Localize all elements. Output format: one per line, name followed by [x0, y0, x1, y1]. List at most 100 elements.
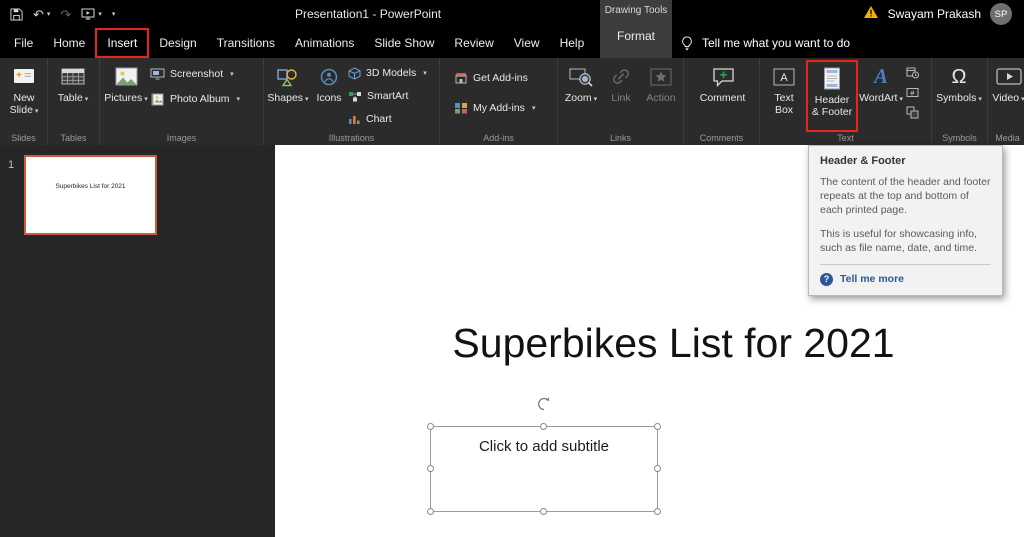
undo-button[interactable]: ↶ ▾: [33, 8, 50, 21]
slide-number-icon: #: [906, 86, 919, 99]
symbols-label: Symbols: [936, 92, 976, 104]
account-area: Swayam Prakash SP: [863, 0, 1012, 28]
save-button[interactable]: [10, 8, 23, 21]
chart-button[interactable]: Chart: [348, 110, 427, 128]
link-icon: [610, 63, 632, 90]
chevron-down-icon: ▾: [237, 95, 241, 103]
rotate-handle[interactable]: [535, 395, 553, 418]
ribbon: New Slide▾ Slides Table▾ Tables Pictures…: [0, 58, 1024, 145]
date-time-button[interactable]: [904, 65, 920, 79]
link-button[interactable]: Link: [602, 60, 640, 104]
tab-home[interactable]: Home: [43, 28, 95, 58]
3d-models-button[interactable]: 3D Models ▾: [348, 64, 427, 82]
header-footer-button[interactable]: Header & Footer: [806, 60, 858, 132]
tab-help[interactable]: Help: [550, 28, 595, 58]
tooltip-body-2: This is useful for showcasing info, such…: [820, 227, 991, 255]
my-addins-label: My Add-ins: [473, 102, 525, 114]
start-from-beginning-button[interactable]: ▾: [81, 8, 102, 20]
help-question-icon: ?: [820, 273, 833, 286]
photo-album-label: Photo Album: [170, 93, 230, 105]
tab-animations[interactable]: Animations: [285, 28, 364, 58]
zoom-button[interactable]: Zoom▾: [560, 60, 602, 104]
resize-handle-middle-left[interactable]: [427, 465, 434, 472]
photo-album-button[interactable]: Photo Album ▾: [150, 90, 240, 108]
resize-handle-top-left[interactable]: [427, 423, 434, 430]
slide-number-button[interactable]: #: [904, 85, 920, 99]
text-box-icon: A: [773, 63, 795, 90]
tooltip-divider: [820, 264, 991, 265]
tab-insert[interactable]: Insert: [95, 28, 149, 58]
tell-me-search[interactable]: Tell me what you want to do: [680, 28, 850, 58]
table-icon: [61, 63, 85, 90]
comment-button[interactable]: Comment: [695, 60, 751, 104]
pictures-button[interactable]: Pictures▾: [102, 60, 150, 104]
window-title: Presentation1 - PowerPoint: [295, 0, 441, 28]
customize-qat-button[interactable]: ▾: [112, 11, 116, 18]
thumbnail-title: Superbikes List for 2021: [26, 183, 155, 190]
new-slide-button[interactable]: New Slide▾: [2, 60, 46, 116]
resize-handle-top-right[interactable]: [654, 423, 661, 430]
chevron-down-icon: ▾: [230, 70, 234, 78]
tab-transitions[interactable]: Transitions: [207, 28, 285, 58]
tab-review[interactable]: Review: [444, 28, 503, 58]
slideshow-icon: [81, 8, 95, 20]
smartart-label: SmartArt: [367, 90, 408, 102]
addins-small-buttons: Get Add-ins My Add-ins ▾: [454, 60, 535, 117]
ribbon-group-slides: New Slide▾ Slides: [0, 58, 48, 145]
slide-title-text[interactable]: Superbikes List for 2021: [299, 320, 1024, 367]
resize-handle-middle-right[interactable]: [654, 465, 661, 472]
notification-warning-button[interactable]: [863, 5, 879, 24]
icons-icon: [318, 63, 340, 90]
quick-access-toolbar: ↶ ▾ ↷ ▾ ▾: [10, 0, 115, 28]
redo-button[interactable]: ↷: [60, 8, 71, 21]
tab-design[interactable]: Design: [149, 28, 206, 58]
shapes-button[interactable]: Shapes▾: [266, 60, 310, 104]
table-button[interactable]: Table▾: [50, 60, 96, 104]
svg-text:#: #: [910, 90, 914, 97]
slide-thumbnail[interactable]: Superbikes List for 2021: [24, 155, 157, 235]
screenshot-button[interactable]: Screenshot ▾: [150, 65, 240, 83]
tab-format[interactable]: Format: [600, 29, 672, 43]
tell-me-label: Tell me what you want to do: [702, 36, 850, 50]
tab-view[interactable]: View: [504, 28, 550, 58]
resize-handle-bottom-right[interactable]: [654, 508, 661, 515]
text-box-button[interactable]: A Text Box: [762, 60, 806, 116]
resize-handle-bottom-left[interactable]: [427, 508, 434, 515]
tab-file[interactable]: File: [4, 28, 43, 58]
my-addins-button[interactable]: My Add-ins ▾: [454, 99, 535, 117]
video-icon: [996, 63, 1022, 90]
warning-icon: [863, 5, 879, 19]
get-addins-label: Get Add-ins: [473, 72, 528, 84]
comment-icon: [711, 63, 735, 90]
pictures-label: Pictures: [104, 92, 142, 104]
new-slide-label: New Slide: [10, 92, 35, 116]
object-button[interactable]: [904, 105, 920, 119]
video-button[interactable]: Video▾: [990, 60, 1024, 104]
ribbon-group-text: A Text Box Header & Footer A WordArt▾ #: [760, 58, 932, 145]
signed-in-user-name[interactable]: Swayam Prakash: [888, 7, 981, 21]
contextual-tools-block: Drawing Tools Format: [600, 0, 672, 58]
illustrations-small-buttons: 3D Models ▾ SmartArt Chart: [348, 60, 427, 128]
icons-button[interactable]: Icons: [310, 60, 348, 104]
text-mini-buttons: #: [904, 60, 920, 119]
header-footer-label: Header & Footer: [812, 94, 852, 118]
group-label-images: Images: [100, 133, 263, 143]
action-button[interactable]: Action: [640, 60, 682, 104]
smartart-button[interactable]: SmartArt: [348, 87, 427, 105]
svg-text:A: A: [780, 72, 788, 84]
user-avatar[interactable]: SP: [990, 3, 1012, 25]
resize-handle-bottom-middle[interactable]: [540, 508, 547, 515]
ribbon-tab-row: File Home Insert Design Transitions Anim…: [0, 28, 1024, 58]
save-icon: [10, 8, 23, 21]
tab-slide-show[interactable]: Slide Show: [364, 28, 444, 58]
tell-me-more-link[interactable]: ? Tell me more: [820, 273, 991, 286]
photo-album-icon: [150, 93, 165, 106]
subtitle-placeholder[interactable]: Click to add subtitle: [430, 426, 658, 512]
resize-handle-top-middle[interactable]: [540, 423, 547, 430]
ribbon-group-tables: Table▾ Tables: [48, 58, 100, 145]
wordart-button[interactable]: A WordArt▾: [858, 60, 904, 104]
chart-icon: [348, 114, 361, 125]
subtitle-placeholder-text[interactable]: Click to add subtitle: [431, 427, 657, 455]
symbols-button[interactable]: Ω Symbols▾: [934, 60, 984, 104]
get-addins-button[interactable]: Get Add-ins: [454, 69, 535, 87]
